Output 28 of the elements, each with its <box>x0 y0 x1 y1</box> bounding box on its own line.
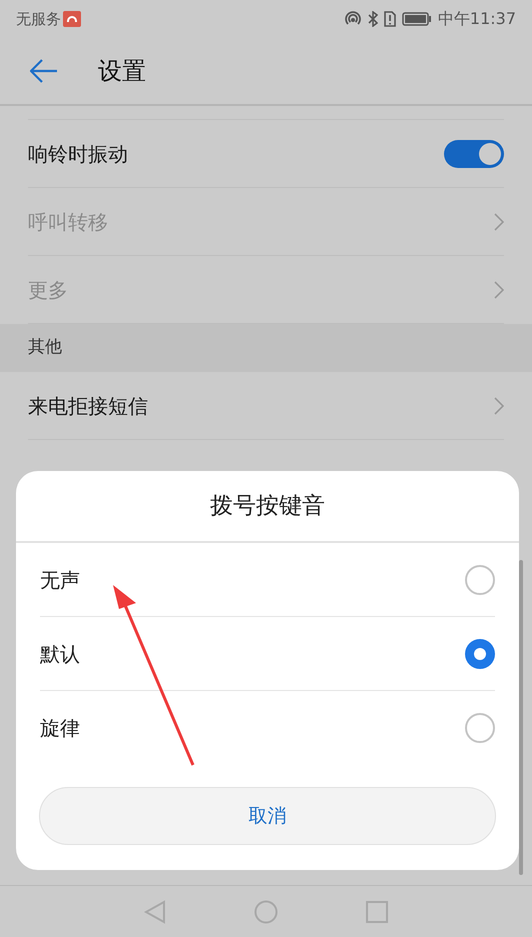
setting-label: 呼叫转移 <box>28 208 108 236</box>
setting-label: 响铃时振动 <box>28 140 128 168</box>
option-row[interactable]: 默认 <box>40 617 495 691</box>
cancel-button[interactable]: 取消 <box>39 787 496 845</box>
radio-button[interactable] <box>465 638 495 668</box>
sim-alert-icon <box>384 11 396 27</box>
option-row[interactable]: 旋律 <box>40 691 495 765</box>
setting-label: 更多 <box>28 276 68 304</box>
hotspot-icon <box>344 11 362 27</box>
setting-label: 来电拒接短信 <box>28 392 148 420</box>
battery-icon <box>402 12 432 26</box>
chevron-icon <box>494 280 504 298</box>
dialog-title: 拨号按键音 <box>210 492 325 521</box>
chevron-icon <box>494 212 504 230</box>
nav-home-icon[interactable] <box>254 900 278 924</box>
clock-text: 中午11:37 <box>438 8 516 30</box>
speedometer-icon <box>63 11 81 27</box>
chevron-icon <box>494 396 504 414</box>
page-title: 设置 <box>98 56 146 87</box>
back-arrow-icon[interactable] <box>30 59 58 83</box>
nav-back-icon[interactable] <box>144 900 166 924</box>
nav-recents-icon[interactable] <box>366 900 388 922</box>
radio-button[interactable] <box>465 713 495 743</box>
carrier-text: 无服务 <box>16 8 61 30</box>
toggle-switch[interactable] <box>444 140 504 168</box>
section-header: 其他 <box>0 324 532 372</box>
radio-button[interactable] <box>465 564 495 594</box>
bluetooth-icon <box>368 11 378 27</box>
